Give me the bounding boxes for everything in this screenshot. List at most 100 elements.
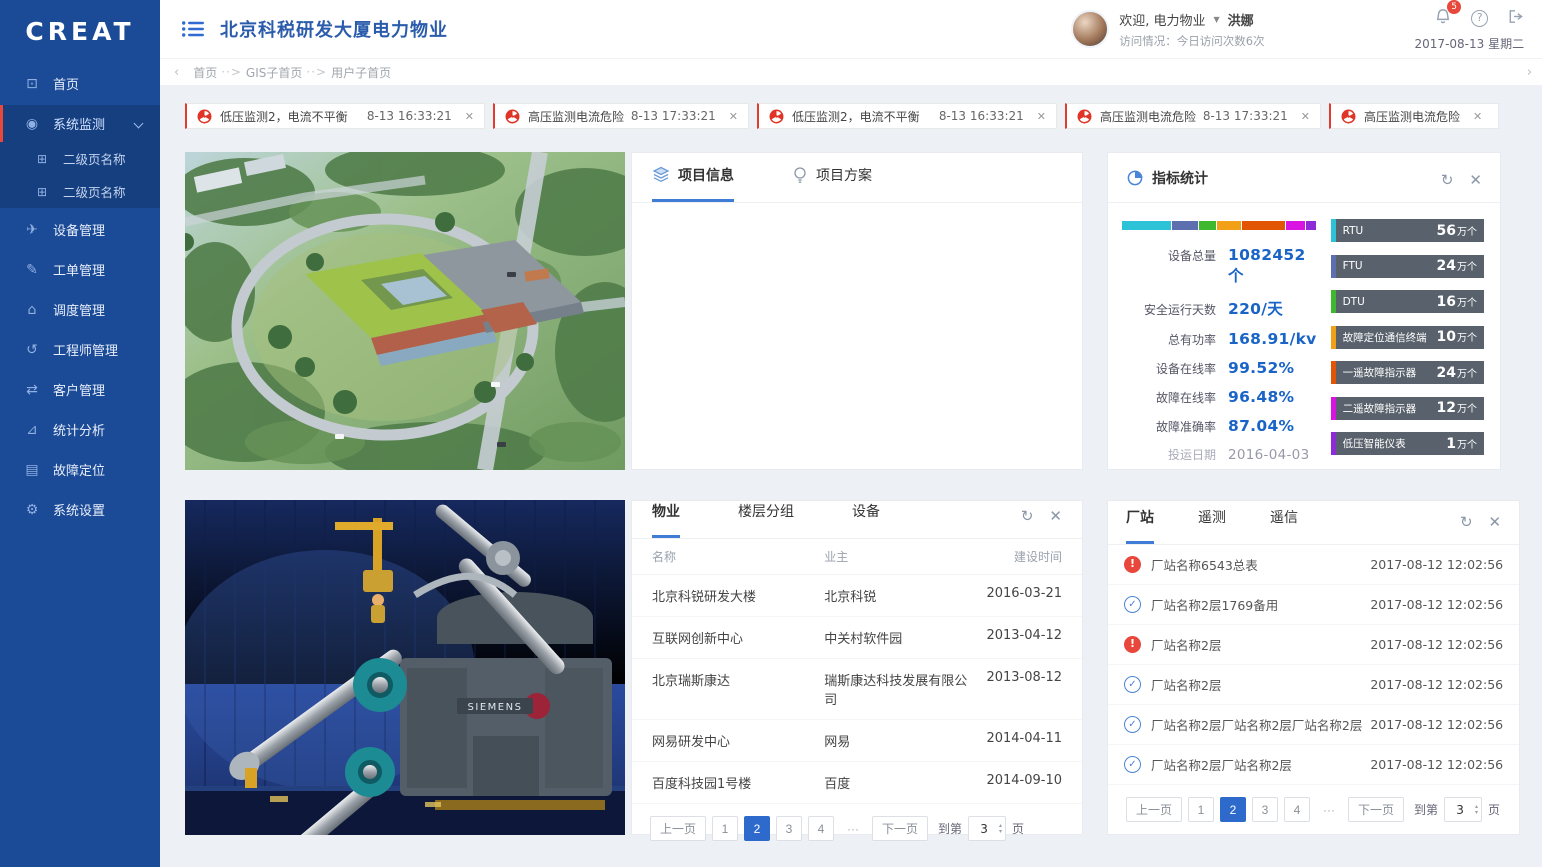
tab-telemetry[interactable]: 遥测: [1198, 507, 1226, 544]
station-row[interactable]: 厂站名称2层厂站名称2层 2017-08-12 12:02:56: [1108, 745, 1519, 785]
exchange-icon: ⇄: [22, 382, 42, 398]
refresh-icon[interactable]: ↻: [1441, 173, 1454, 188]
user-dropdown-caret-icon[interactable]: ▼: [1213, 15, 1219, 24]
station-name: 厂站名称2层厂站名称2层: [1151, 755, 1292, 774]
grid-icon: ⊞: [32, 185, 52, 199]
sidebar-item[interactable]: ✈ 设备管理: [0, 211, 160, 248]
alert-pill[interactable]: 高压监测电流危险 8-13 17:33:21 ✕: [1065, 103, 1321, 129]
help-icon[interactable]: ?: [1471, 10, 1488, 27]
notification-bell-icon[interactable]: 5: [1433, 7, 1453, 30]
stepper-arrows-icon[interactable]: ▴▾: [999, 823, 1005, 835]
logout-icon[interactable]: [1506, 8, 1524, 29]
sidebar-item-label: 系统设置: [53, 500, 105, 519]
sidebar-item[interactable]: ⊡ 首页: [0, 65, 160, 102]
close-icon[interactable]: ✕: [1469, 173, 1482, 188]
sidebar-item[interactable]: ⊿ 统计分析: [0, 411, 160, 448]
page-ellipsis[interactable]: ···: [840, 816, 866, 841]
next-page-button[interactable]: 下一页: [872, 816, 928, 841]
alert-pill[interactable]: 高压监测电流危险 8-13 17:33:21 ✕: [493, 103, 749, 129]
close-icon[interactable]: ✕: [1301, 110, 1310, 123]
close-icon[interactable]: ✕: [1037, 110, 1046, 123]
breadcrumb-item-home[interactable]: 首页: [193, 64, 217, 81]
page-button-2[interactable]: 2: [1220, 797, 1246, 822]
close-icon[interactable]: ✕: [1473, 110, 1482, 123]
bar-segment: [1286, 221, 1305, 230]
table-row[interactable]: 百度科技园1号楼 百度 2014-09-10: [632, 762, 1082, 804]
table-row[interactable]: 网易研发中心 网易 2014-04-11: [632, 720, 1082, 762]
bar-segment: [1199, 221, 1216, 230]
current-date: 2017-08-13 星期二: [1415, 35, 1525, 52]
transformer-photo: SIEMENS: [185, 500, 625, 835]
alert-pill[interactable]: 高压监测电流危险 ✕: [1329, 103, 1499, 129]
sidebar-item[interactable]: ✎ 工单管理: [0, 251, 160, 288]
refresh-icon[interactable]: ↻: [1460, 515, 1473, 530]
sidebar-item[interactable]: ↺ 工程师管理: [0, 331, 160, 368]
stepper-arrows-icon[interactable]: ▴▾: [1475, 804, 1481, 816]
page-button-4[interactable]: 4: [1284, 797, 1310, 822]
refresh-icon[interactable]: ↻: [1021, 509, 1034, 524]
goto-page-input[interactable]: 3 ▴▾: [968, 816, 1006, 841]
breadcrumb-back-icon[interactable]: ‹: [174, 65, 179, 80]
station-row[interactable]: 厂站名称2层厂站名称2层厂站名称2层 2017-08-12 12:02:56: [1108, 705, 1519, 745]
close-icon[interactable]: ✕: [729, 110, 738, 123]
page-button-1[interactable]: 1: [712, 816, 738, 841]
alert-pill[interactable]: 低压监测2，电流不平衡 8-13 16:33:21 ✕: [757, 103, 1057, 129]
metric-row: 安全运行天数 220/天: [1122, 297, 1317, 319]
avatar[interactable]: [1071, 10, 1109, 48]
sidebar-item[interactable]: ▤ 故障定位: [0, 451, 160, 488]
close-icon[interactable]: ✕: [465, 110, 474, 123]
sidebar-item[interactable]: ⚙ 系统设置: [0, 491, 160, 528]
sidebar-item[interactable]: ⊞ 二级页名称: [0, 175, 160, 208]
metric-row: 设备总量 1082452个: [1122, 246, 1317, 286]
close-icon[interactable]: ✕: [1489, 515, 1502, 530]
table-row[interactable]: 互联网创新中心 中关村软件园 2013-04-12: [632, 617, 1082, 659]
alert-text: 高压监测电流危险: [1364, 108, 1460, 125]
page-title: 北京科税研发大厦电力物业: [220, 16, 448, 42]
alert-pill[interactable]: 低压监测2，电流不平衡 8-13 16:33:21 ✕: [185, 103, 485, 129]
device-value: 12万个: [1437, 400, 1477, 416]
next-page-button[interactable]: 下一页: [1348, 797, 1404, 822]
metric-row: 总有功率 168.91/kv: [1122, 330, 1317, 348]
tab-telesignal[interactable]: 遥信: [1270, 507, 1298, 544]
tab-station[interactable]: 厂站: [1126, 507, 1154, 544]
row-top: 项目信息 项目方案: [185, 152, 1520, 470]
breadcrumb-item-user[interactable]: 用户子首页: [331, 64, 391, 81]
sidebar-item[interactable]: ⌂ 调度管理: [0, 291, 160, 328]
content: 低压监测2，电流不平衡 8-13 16:33:21 ✕ 高压监测电流危险 8-1…: [160, 85, 1542, 835]
page-button-2[interactable]: 2: [744, 816, 770, 841]
header-right: 欢迎, 电力物业 ▼ 洪娜 访问情况：今日访问次数6次 5 ?: [1071, 7, 1524, 52]
station-row[interactable]: 厂站名称2层 2017-08-12 12:02:56: [1108, 665, 1519, 705]
chevron-down-icon: [134, 119, 144, 129]
tab-floor-group[interactable]: 楼层分组: [738, 501, 794, 538]
breadcrumb-forward-icon[interactable]: ›: [1527, 65, 1532, 80]
sidebar-item[interactable]: ◉ 系统监测: [0, 105, 160, 142]
tab-project-plan[interactable]: 项目方案: [792, 165, 872, 202]
close-icon[interactable]: ✕: [1049, 509, 1062, 524]
tab-project-info[interactable]: 项目信息: [652, 165, 734, 202]
menu-toggle-icon[interactable]: [182, 21, 204, 37]
tab-device[interactable]: 设备: [852, 501, 880, 538]
header: 北京科税研发大厦电力物业 欢迎, 电力物业 ▼ 洪娜 访问情况：今日访问次数6次: [160, 0, 1542, 58]
prev-page-button[interactable]: 上一页: [1126, 797, 1182, 822]
page-button-3[interactable]: 3: [776, 816, 802, 841]
page-button-1[interactable]: 1: [1188, 797, 1214, 822]
table-row[interactable]: 北京瑞斯康达 瑞斯康达科技发展有限公司 2013-08-12: [632, 659, 1082, 720]
page-button-3[interactable]: 3: [1252, 797, 1278, 822]
sidebar-item[interactable]: ⇄ 客户管理: [0, 371, 160, 408]
indicator-stats-panel: 指标统计 ↻ ✕ 设备总量: [1107, 152, 1501, 470]
station-row[interactable]: 厂站名称6543总表 2017-08-12 12:02:56: [1108, 545, 1519, 585]
station-row[interactable]: 厂站名称2层 2017-08-12 12:02:56: [1108, 625, 1519, 665]
station-row[interactable]: 厂站名称2层1769备用 2017-08-12 12:02:56: [1108, 585, 1519, 625]
device-value: 56万个: [1437, 223, 1477, 239]
table-header: 名称 业主 建设时间: [632, 539, 1082, 575]
sidebar-item[interactable]: ⊞ 二级页名称: [0, 142, 160, 175]
project-tabs: 项目信息 项目方案: [632, 153, 1082, 203]
prev-page-button[interactable]: 上一页: [650, 816, 706, 841]
table-row[interactable]: 北京科锐研发大楼 北京科锐 2016-03-21: [632, 575, 1082, 617]
sidebar-item-label: 设备管理: [53, 220, 105, 239]
page-ellipsis[interactable]: ···: [1316, 797, 1342, 822]
tab-property[interactable]: 物业: [652, 501, 680, 538]
breadcrumb-item-gis[interactable]: GIS子首页: [246, 64, 302, 81]
page-button-4[interactable]: 4: [808, 816, 834, 841]
goto-page-input[interactable]: 3 ▴▾: [1444, 797, 1482, 822]
